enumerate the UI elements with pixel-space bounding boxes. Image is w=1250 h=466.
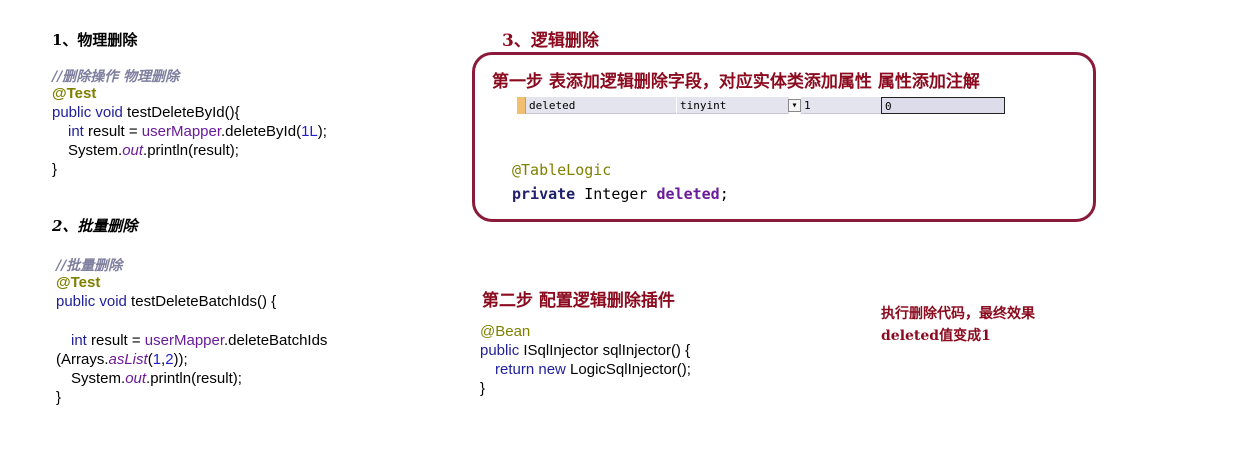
section2-close-brace: } <box>56 389 62 406</box>
method-name: testDeleteById(){ <box>122 104 240 121</box>
code-text: result = <box>86 332 145 349</box>
code-text: System. <box>71 370 126 387</box>
number-literal: 1 <box>152 351 162 368</box>
step1-heading: 第一步 表添加逻辑删除字段，对应实体类添加属性 属性添加注解 <box>492 72 980 92</box>
field-name-cell[interactable]: deleted <box>526 97 676 114</box>
section2-statement: int result = userMapper.deleteBatchIds <box>71 331 327 350</box>
section2-print: System.out.println(result); <box>71 369 242 388</box>
field-name: deleted <box>656 185 720 203</box>
section2-annotation: @Test <box>56 274 101 291</box>
keyword: public <box>480 342 520 359</box>
section1-title: 1、物理删除 <box>52 31 138 49</box>
tablelogic-annotation: @TableLogic <box>512 161 612 179</box>
deleted-field-declaration: private Integer deleted; <box>512 185 729 203</box>
result-note-line1: 执行删除代码，最终效果 <box>881 306 1035 322</box>
static-ref: out <box>122 142 144 159</box>
result-note-line2: deleted值变成1 <box>881 328 991 344</box>
code-text: result = <box>83 123 142 140</box>
section2-method-signature: public void testDeleteBatchIds() { <box>56 292 276 311</box>
code-text: .println(result); <box>146 370 242 387</box>
code-text: System. <box>68 142 123 159</box>
section1-close-brace: } <box>52 161 58 178</box>
code-text: LogicSqlInjector(); <box>565 361 691 378</box>
keyword: private <box>512 185 576 203</box>
code-text: ); <box>317 123 327 140</box>
field-ref: userMapper <box>144 332 225 349</box>
keyword: public void <box>52 104 123 121</box>
keyword: int <box>71 332 87 349</box>
section1-print: System.out.println(result); <box>68 141 239 160</box>
section1-annotation: @Test <box>52 85 97 102</box>
code-text: ; <box>719 185 729 203</box>
field-ref: userMapper <box>141 123 222 140</box>
number-literal: 2 <box>165 351 174 368</box>
code-text: (Arrays. <box>56 351 109 368</box>
section2-comment: //批量删除 <box>56 258 123 274</box>
type-name: Integer <box>575 185 657 203</box>
code-text: .println(result); <box>143 142 239 159</box>
static-ref: asList <box>108 351 148 368</box>
bean-annotation: @Bean <box>480 323 531 340</box>
keyword: new <box>538 361 566 378</box>
section1-statement: int result = userMapper.deleteById(1L); <box>68 122 327 141</box>
static-ref: out <box>125 370 147 387</box>
section3-title: 3、逻辑删除 <box>502 31 599 51</box>
section2-args: (Arrays.asList(1,2)); <box>56 350 188 369</box>
keyword: return <box>495 361 535 378</box>
section1-comment: //删除操作 物理删除 <box>52 69 180 85</box>
code-text: .deleteBatchIds <box>224 332 328 349</box>
table-field-row: deleted tinyint ▾ 1 0 <box>517 97 1007 116</box>
section2-title: 2、批量删除 <box>52 217 138 235</box>
keyword: int <box>68 123 84 140</box>
field-default-cell[interactable]: 0 <box>881 97 1005 114</box>
field-type-cell[interactable]: tinyint <box>677 97 789 114</box>
method-name: ISqlInjector sqlInjector() { <box>519 342 691 359</box>
method-name: testDeleteBatchIds() { <box>126 293 277 310</box>
code-text: )); <box>173 351 188 368</box>
keyword: public void <box>56 293 127 310</box>
step2-heading: 第二步 配置逻辑删除插件 <box>482 291 675 311</box>
type-dropdown-icon[interactable]: ▾ <box>788 99 801 112</box>
bean-method-signature: public ISqlInjector sqlInjector() { <box>480 341 690 360</box>
bean-close-brace: } <box>480 380 486 397</box>
row-selector-marker[interactable] <box>517 97 526 114</box>
field-length-cell[interactable]: 1 <box>801 97 881 114</box>
code-text: .deleteById( <box>221 123 302 140</box>
bean-return-statement: return new LogicSqlInjector(); <box>495 360 691 379</box>
section1-method-signature: public void testDeleteById(){ <box>52 103 240 122</box>
number-literal: 1L <box>301 123 318 140</box>
